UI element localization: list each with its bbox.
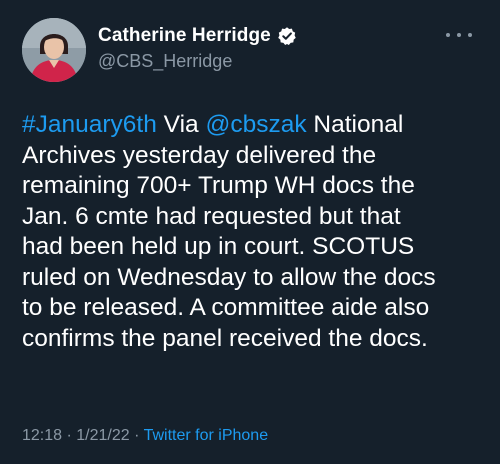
tweet-metadata: 12:18 · 1/21/22 · Twitter for iPhone — [22, 427, 268, 445]
tweet-date[interactable]: 1/21/22 — [76, 427, 129, 444]
tweet-text-segment: confirms the panel received the docs. — [22, 324, 428, 352]
tweet-time[interactable]: 12:18 — [22, 427, 62, 444]
tweet-source-link[interactable]: Twitter for iPhone — [144, 427, 269, 444]
meta-separator: · — [129, 427, 144, 444]
more-dot — [457, 33, 461, 37]
mention-link[interactable]: @cbszak — [205, 111, 306, 138]
avatar[interactable] — [22, 18, 86, 82]
tweet-card: Catherine Herridge @CBS_Herridge #Januar… — [0, 0, 500, 464]
meta-separator: · — [62, 427, 77, 444]
verified-badge-icon — [277, 26, 297, 46]
author-name-row[interactable]: Catherine Herridge — [98, 24, 297, 48]
tweet-text-segment: Jan. 6 cmte had requested but that — [22, 202, 401, 230]
tweet-text-segment: ruled on Wednesday to allow the docs — [22, 263, 436, 291]
tweet-text-line: remaining 700+ Trump WH docs the — [22, 171, 492, 202]
tweet-text-line: #January6th Via @cbszak National — [22, 110, 492, 141]
tweet-text-segment: Archives yesterday delivered the — [22, 141, 377, 169]
tweet-text-segment: to be released. A committee aide also — [22, 294, 430, 321]
more-dot — [446, 33, 450, 37]
tweet-text-line: had been held up in court. SCOTUS — [22, 232, 492, 263]
tweet-text: #January6th Via @cbszak National Archives… — [22, 110, 492, 354]
more-options-icon[interactable] — [446, 26, 472, 44]
tweet-text-line: ruled on Wednesday to allow the docs — [22, 263, 492, 294]
tweet-text-segment: had been held up in court. SCOTUS — [22, 233, 415, 260]
tweet-text-segment: Via — [156, 111, 206, 138]
tweet-text-segment: remaining 700+ Trump WH docs the — [22, 172, 415, 199]
tweet-text-line: to be released. A committee aide also — [22, 293, 492, 324]
author-handle[interactable]: @CBS_Herridge — [98, 51, 232, 72]
hashtag-link[interactable]: #January6th — [22, 111, 157, 138]
author-display-name[interactable]: Catherine Herridge — [98, 25, 271, 47]
tweet-text-line: confirms the panel received the docs. — [22, 324, 492, 355]
more-dot — [468, 33, 472, 37]
tweet-text-segment: National — [306, 111, 404, 138]
tweet-text-line: Jan. 6 cmte had requested but that — [22, 202, 492, 233]
avatar-image — [22, 18, 86, 82]
tweet-text-line: Archives yesterday delivered the — [22, 141, 492, 172]
